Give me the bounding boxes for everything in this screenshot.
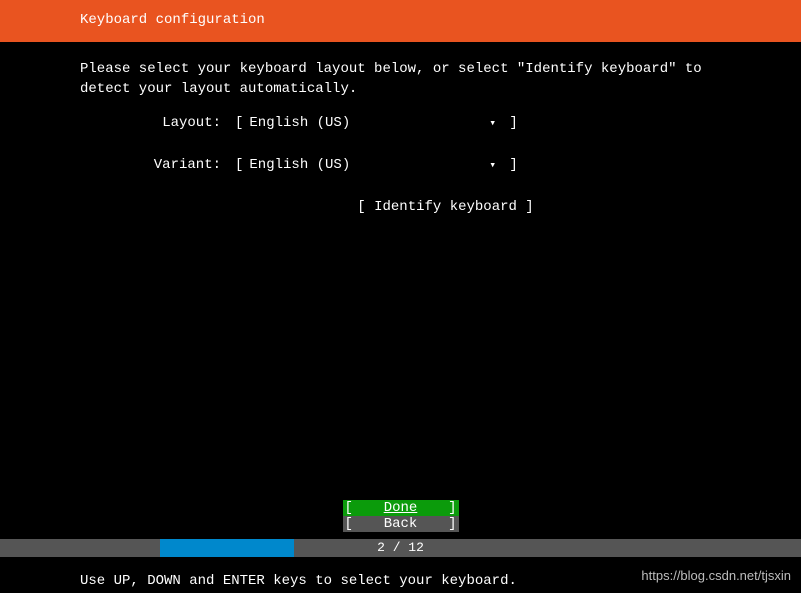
layout-label: Layout: bbox=[80, 115, 235, 131]
back-button[interactable]: [ Back ] bbox=[343, 516, 459, 532]
chevron-down-icon: ▾ bbox=[489, 116, 505, 130]
variant-value: English (US) bbox=[249, 157, 489, 173]
bracket-left: [ bbox=[235, 115, 243, 131]
layout-select[interactable]: [ English (US) ▾ ] bbox=[235, 115, 518, 131]
chevron-down-icon: ▾ bbox=[489, 158, 505, 172]
bracket-right: ] bbox=[509, 157, 517, 173]
variant-label: Variant: bbox=[80, 157, 235, 173]
main-content: Please select your keyboard layout below… bbox=[0, 42, 801, 215]
identify-row: [ Identify keyboard ] bbox=[80, 199, 721, 215]
page-title: Keyboard configuration bbox=[80, 12, 265, 28]
bottom-buttons: [ Done ] [ Back ] bbox=[0, 500, 801, 532]
identify-keyboard-button[interactable]: [ Identify keyboard ] bbox=[357, 199, 533, 215]
done-label: Done bbox=[384, 500, 418, 516]
bracket-left: [ bbox=[345, 500, 353, 516]
bracket-right: ] bbox=[448, 500, 456, 516]
bracket-right: ] bbox=[448, 516, 456, 532]
progress-bar: 2 / 12 bbox=[0, 539, 801, 557]
done-button[interactable]: [ Done ] bbox=[343, 500, 459, 516]
layout-value: English (US) bbox=[249, 115, 489, 131]
footer-help-text: Use UP, DOWN and ENTER keys to select yo… bbox=[80, 573, 517, 589]
back-label: Back bbox=[384, 516, 418, 532]
layout-row: Layout: [ English (US) ▾ ] bbox=[80, 115, 721, 131]
instruction-text: Please select your keyboard layout below… bbox=[80, 60, 721, 99]
header-bar: Keyboard configuration bbox=[0, 0, 801, 42]
variant-row: Variant: [ English (US) ▾ ] bbox=[80, 157, 721, 173]
bracket-left: [ bbox=[235, 157, 243, 173]
bracket-right: ] bbox=[509, 115, 517, 131]
bracket-left: [ bbox=[345, 516, 353, 532]
variant-select[interactable]: [ English (US) ▾ ] bbox=[235, 157, 518, 173]
watermark: https://blog.csdn.net/tjsxin bbox=[641, 568, 791, 583]
progress-text: 2 / 12 bbox=[0, 539, 801, 557]
